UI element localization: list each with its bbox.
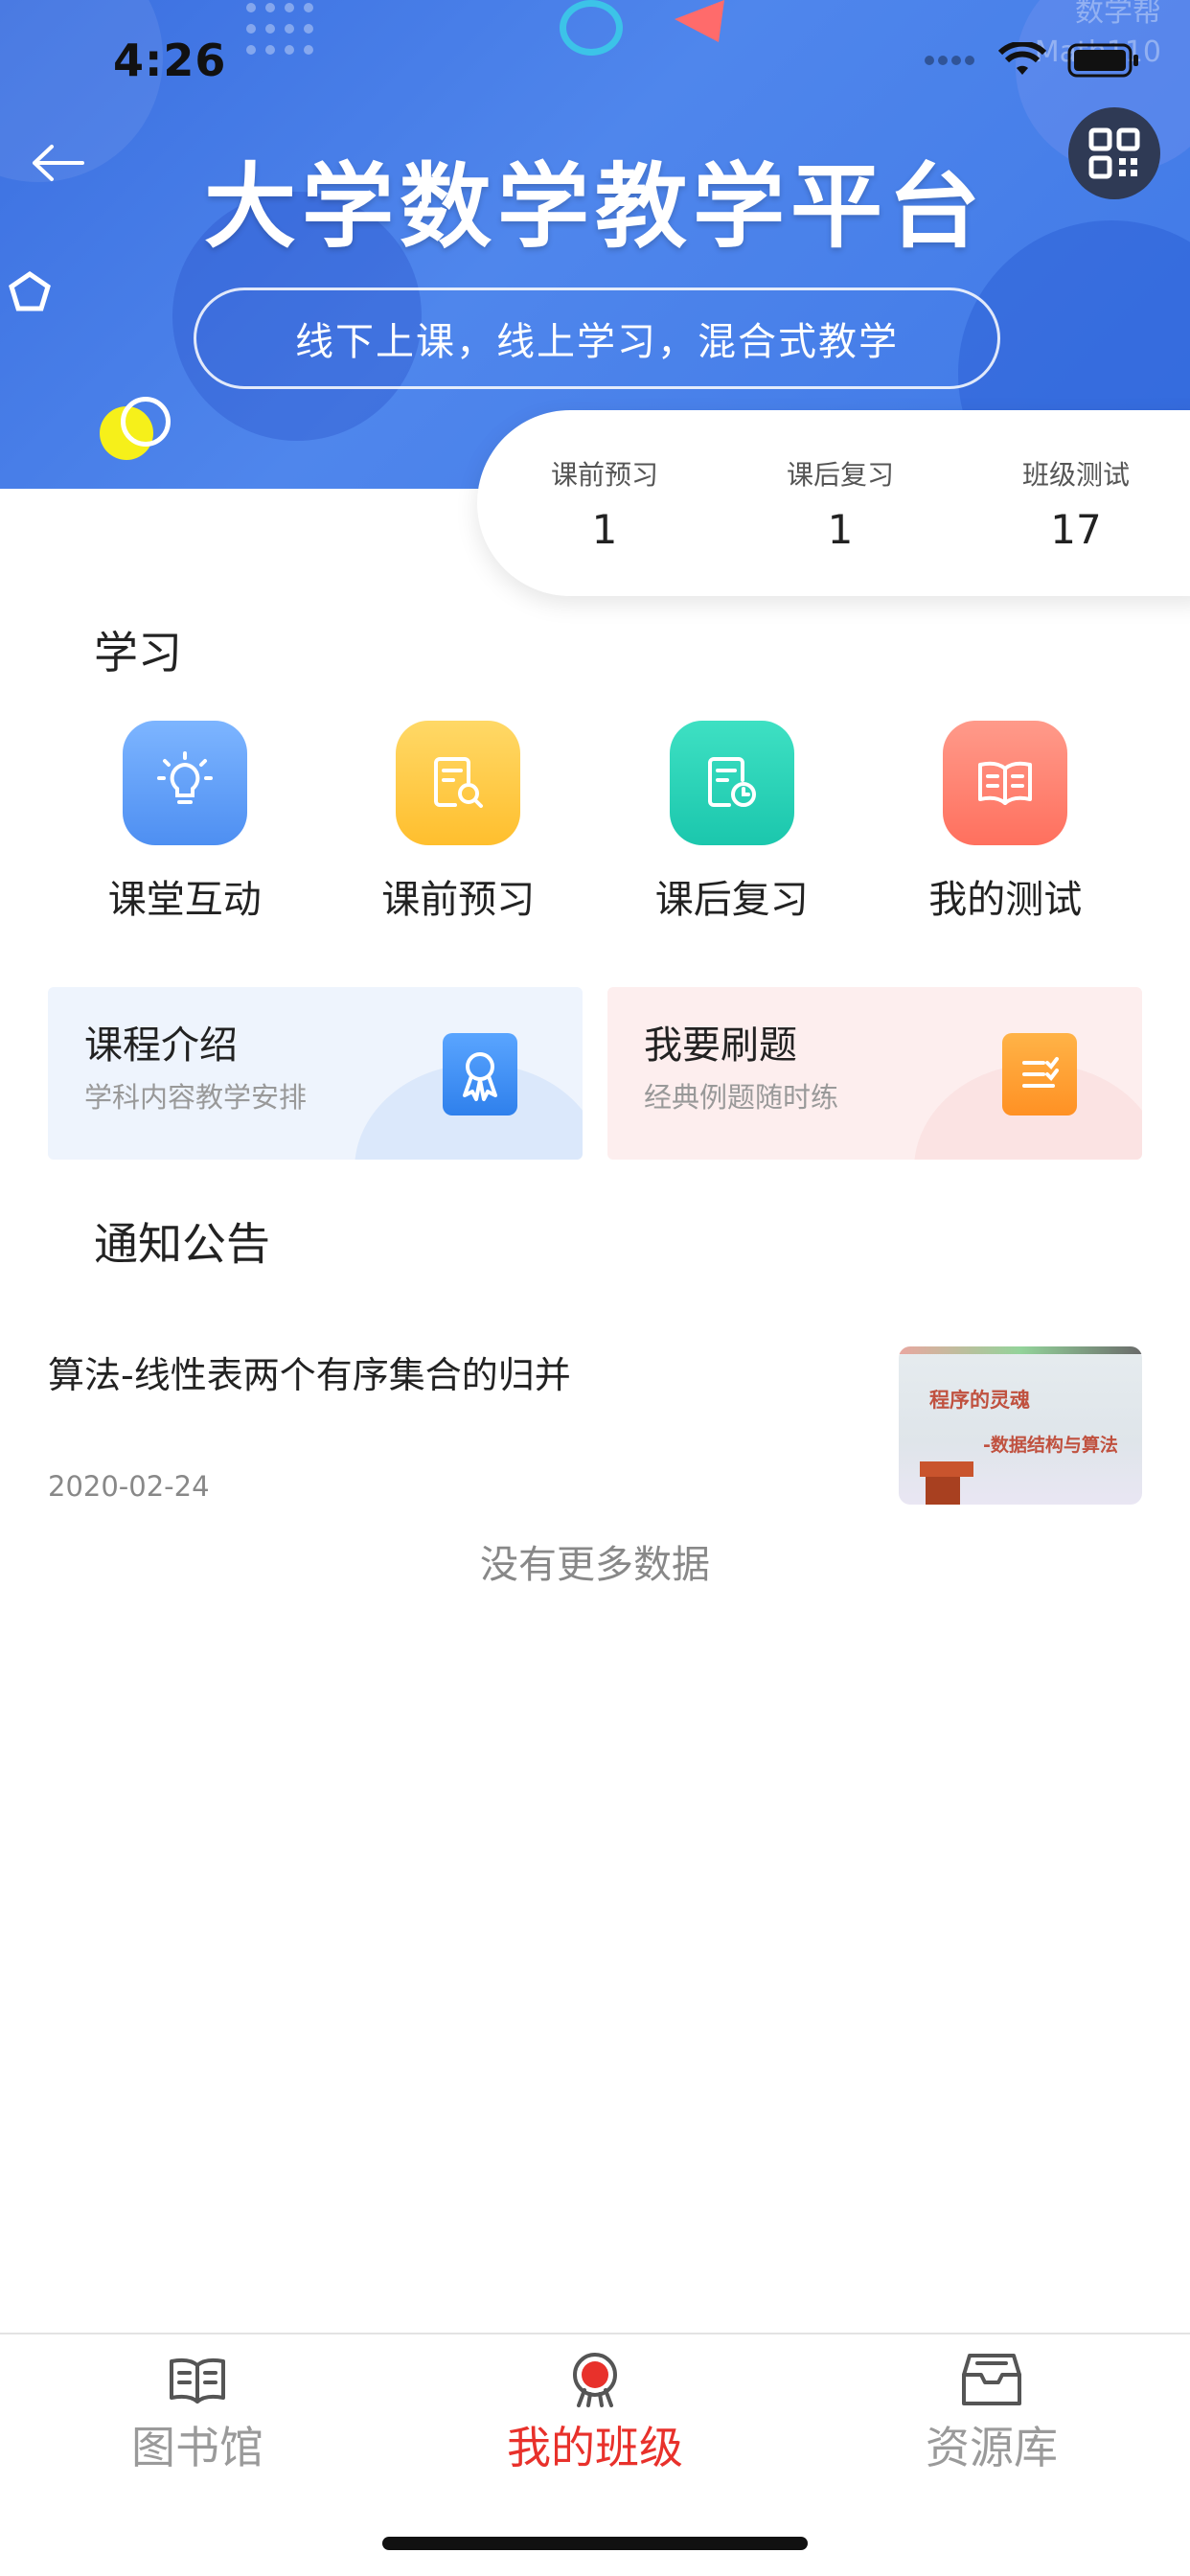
card-subtitle: 经典例题随时练 [644, 1081, 839, 1114]
tab-my-class[interactable]: 我的班级 [451, 2352, 739, 2476]
stat-class-test[interactable]: 班级测试 17 [958, 454, 1190, 553]
tab-label: 资源库 [926, 2422, 1058, 2473]
section-title-notices: 通知公告 [94, 1218, 270, 1270]
grid-label: 课堂互动 [107, 878, 262, 922]
tab-label: 我的班级 [507, 2422, 683, 2473]
card-icon-tile [443, 1033, 517, 1116]
document-clock-icon [707, 757, 756, 807]
banner-decoration [121, 397, 171, 447]
grid-item-class-interaction[interactable]: 课堂互动 [48, 721, 322, 924]
grid-item-my-tests[interactable]: 我的测试 [869, 721, 1143, 924]
status-time: 4:26 [113, 34, 227, 86]
banner-decoration [675, 0, 724, 42]
icon-tile [396, 721, 521, 845]
home-indicator [382, 2537, 808, 2550]
notice-thumbnail: 程序的灵魂 -数据结构与算法 [899, 1346, 1142, 1505]
watermark-line: 数学帮 [1075, 0, 1161, 29]
card-title: 我要刷题 [644, 1024, 797, 1068]
document-search-icon [434, 757, 484, 808]
stat-label: 班级测试 [1021, 458, 1130, 491]
icon-tile [669, 721, 794, 845]
notice-title: 算法-线性表两个有序集合的归并 [48, 1354, 571, 1396]
thumb-line: 程序的灵魂 [929, 1389, 1030, 1412]
page-title: 大学数学教学平台 [204, 153, 986, 261]
practice-card[interactable]: 我要刷题 经典例题随时练 [607, 987, 1142, 1160]
badge-ribbon-icon [463, 1052, 497, 1101]
thumb-top-bar [899, 1346, 1142, 1354]
open-book-icon [978, 761, 1033, 805]
book-icon [170, 2358, 225, 2404]
grid-item-after-class-review[interactable]: 课后复习 [595, 721, 869, 924]
grid-label: 课后复习 [654, 878, 809, 922]
banner-subtitle: 线下上课，线上学习，混合式教学 [194, 288, 1000, 389]
section-title-study: 学习 [94, 627, 182, 678]
course-intro-card[interactable]: 课程介绍 学科内容教学安排 [48, 987, 583, 1160]
thumb-line: -数据结构与算法 [983, 1435, 1118, 1456]
card-subtitle: 学科内容教学安排 [84, 1081, 308, 1114]
study-grid: 课堂互动 课前预习 课后复习 我的测试 [48, 721, 1142, 924]
grid-label: 课前预习 [381, 878, 536, 922]
banner-decoration [560, 0, 623, 56]
wifi-icon [998, 42, 1046, 75]
stat-value: 1 [827, 505, 854, 553]
banner-decoration [246, 3, 313, 55]
card-title: 课程介绍 [84, 1024, 238, 1068]
banner-decoration [9, 270, 51, 311]
tab-label: 图书馆 [131, 2422, 263, 2473]
thumb-podium [920, 1461, 973, 1477]
lightbulb-icon [156, 751, 213, 804]
tab-resources[interactable]: 资源库 [848, 2352, 1135, 2476]
stat-review[interactable]: 课后复习 1 [722, 454, 958, 553]
notice-date: 2020-02-24 [48, 1470, 210, 1503]
stats-card: 课前预习 1 课后复习 1 班级测试 17 [477, 410, 1190, 596]
grid-label: 我的测试 [928, 878, 1083, 922]
grid-item-pre-class-preview[interactable]: 课前预习 [322, 721, 596, 924]
stat-value: 1 [591, 505, 618, 553]
no-more-data: 没有更多数据 [480, 1543, 710, 1587]
stat-label: 课前预习 [550, 458, 658, 491]
checklist-icon [1022, 1057, 1059, 1088]
thumb-podium [926, 1477, 960, 1505]
tab-library[interactable]: 图书馆 [54, 2352, 341, 2476]
signal-icon [925, 56, 974, 65]
card-icon-tile [1002, 1033, 1077, 1116]
stat-value: 17 [1050, 505, 1102, 553]
icon-tile [122, 721, 247, 845]
stat-preview[interactable]: 课前预习 1 [487, 454, 722, 553]
inbox-tray-icon [962, 2354, 1021, 2405]
battery-icon [1067, 43, 1138, 78]
icon-tile [943, 721, 1068, 845]
status-icons [924, 42, 1140, 79]
stat-label: 课后复习 [786, 458, 894, 491]
class-mascot-icon [573, 2353, 617, 2407]
